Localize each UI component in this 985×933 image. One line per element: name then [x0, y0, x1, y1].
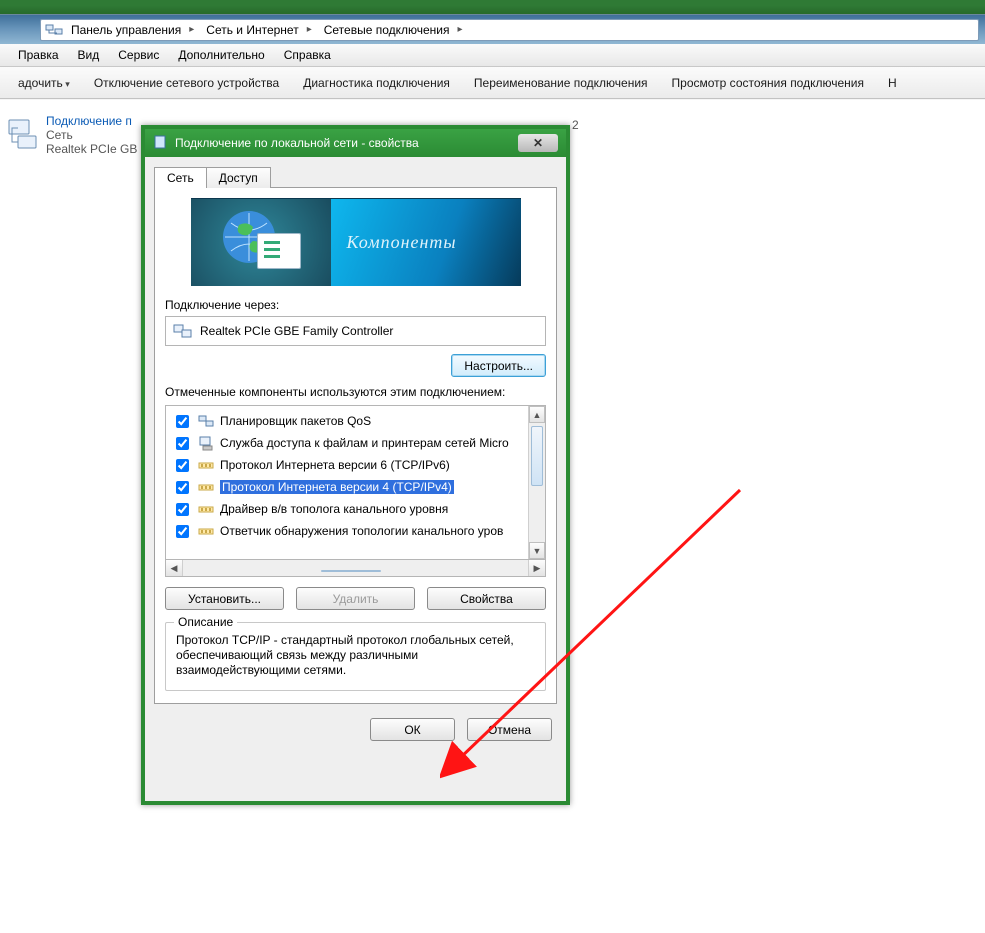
dialog-titlebar[interactable]: Подключение по локальной сети - свойства…	[145, 129, 566, 157]
toolbar-more[interactable]: Н	[876, 72, 909, 94]
menu-extra[interactable]: Дополнительно	[170, 46, 272, 64]
menu-bar: Правка Вид Сервис Дополнительно Справка	[0, 44, 985, 67]
tab-panel-network: Компоненты Подключение через: Realtek PC…	[154, 187, 557, 704]
toolbar-status[interactable]: Просмотр состояния подключения	[660, 72, 876, 94]
component-label: Драйвер в/в тополога канального уровня	[220, 502, 448, 516]
toolbar-diagnose[interactable]: Диагностика подключения	[291, 72, 462, 94]
tab-strip: Сеть Доступ	[154, 166, 557, 188]
banner-text: Компоненты	[347, 232, 457, 253]
properties-button[interactable]: Свойства	[427, 587, 546, 610]
breadcrumb-item[interactable]: Сеть и Интернет	[202, 20, 315, 40]
close-button[interactable]: ✕	[518, 134, 558, 152]
menu-help[interactable]: Справка	[276, 46, 339, 64]
connection-item[interactable]: Подключение п Сеть Realtek PCIe GB	[6, 114, 137, 156]
toolbar-organize[interactable]: адочить	[6, 72, 82, 94]
component-row[interactable]: Протокол Интернета версии 6 (TCP/IPv6)	[166, 454, 528, 476]
description-legend: Описание	[174, 615, 237, 629]
adapter-icon	[172, 321, 192, 342]
scroll-right-icon[interactable]: ▶	[528, 560, 545, 576]
dialog-title: Подключение по локальной сети - свойства	[175, 136, 419, 150]
component-label: Протокол Интернета версии 6 (TCP/IPv6)	[220, 458, 450, 472]
component-label: Ответчик обнаружения топологии канальног…	[220, 524, 503, 538]
component-checkbox[interactable]	[176, 503, 189, 516]
scroll-left-icon[interactable]: ◀	[166, 560, 183, 576]
adapter-name: Realtek PCIe GBE Family Controller	[200, 324, 393, 338]
hscroll-thumb[interactable]	[321, 570, 381, 572]
connection-adapter: Realtek PCIe GB	[46, 142, 137, 156]
component-row[interactable]: Ответчик обнаружения топологии канальног…	[166, 520, 528, 542]
menu-tools[interactable]: Сервис	[110, 46, 167, 64]
protocol-icon	[198, 523, 214, 539]
component-label: Протокол Интернета версии 4 (TCP/IPv4)	[220, 480, 454, 494]
breadcrumb-item[interactable]: Панель управления	[67, 20, 198, 40]
menu-view[interactable]: Вид	[70, 46, 108, 64]
component-label: Планировщик пакетов QoS	[220, 414, 371, 428]
description-group: Описание Протокол TCP/IP - стандартный п…	[165, 622, 546, 691]
scroll-down-icon[interactable]: ▼	[529, 542, 545, 559]
toolbar-rename[interactable]: Переименование подключения	[462, 72, 660, 94]
adapter-box: Realtek PCIe GBE Family Controller	[165, 316, 546, 346]
component-row[interactable]: Планировщик пакетов QoS	[166, 410, 528, 432]
connect-via-label: Подключение через:	[165, 298, 546, 312]
tab-network[interactable]: Сеть	[154, 167, 207, 188]
connection-title: Подключение п	[46, 114, 137, 128]
component-checkbox[interactable]	[176, 437, 189, 450]
component-checkbox[interactable]	[176, 481, 189, 494]
remove-button[interactable]: Удалить	[296, 587, 415, 610]
component-checkbox[interactable]	[176, 415, 189, 428]
dialog-icon	[153, 135, 167, 152]
component-checkbox[interactable]	[176, 525, 189, 538]
menu-edit[interactable]: Правка	[10, 46, 67, 64]
install-button[interactable]: Установить...	[165, 587, 284, 610]
cancel-button[interactable]: Отмена	[467, 718, 552, 741]
network-folder-icon	[45, 22, 63, 38]
component-row[interactable]: Протокол Интернета версии 4 (TCP/IPv4)	[166, 476, 528, 498]
connection-item-2-fragment: 2	[572, 118, 579, 132]
address-bar: Панель управления Сеть и Интернет Сетевы…	[0, 14, 985, 44]
tab-access[interactable]: Доступ	[206, 167, 271, 188]
components-label: Отмеченные компоненты используются этим …	[165, 385, 546, 399]
scroll-thumb[interactable]	[531, 426, 543, 486]
lan-connection-icon	[6, 114, 40, 154]
protocol-icon	[198, 501, 214, 517]
close-icon: ✕	[533, 136, 543, 150]
components-list[interactable]: Планировщик пакетов QoS Служба доступа к …	[165, 405, 546, 560]
toolbar-disable[interactable]: Отключение сетевого устройства	[82, 72, 291, 94]
breadcrumb[interactable]: Панель управления Сеть и Интернет Сетевы…	[40, 19, 979, 41]
component-row[interactable]: Драйвер в/в тополога канального уровня	[166, 498, 528, 520]
configure-button[interactable]: Настроить...	[451, 354, 546, 377]
vertical-scrollbar[interactable]: ▲ ▼	[528, 406, 545, 559]
description-text: Протокол TCP/IP - стандартный протокол г…	[176, 633, 535, 678]
scroll-up-icon[interactable]: ▲	[529, 406, 545, 423]
toolbar: адочить Отключение сетевого устройства Д…	[0, 67, 985, 99]
component-checkbox[interactable]	[176, 459, 189, 472]
protocol-icon	[198, 479, 214, 495]
properties-dialog: Подключение по локальной сети - свойства…	[141, 125, 570, 805]
breadcrumb-item[interactable]: Сетевые подключения	[320, 20, 467, 40]
connection-network: Сеть	[46, 128, 137, 142]
protocol-icon	[198, 435, 214, 451]
protocol-icon	[198, 457, 214, 473]
checklist-icon	[257, 233, 301, 269]
components-banner: Компоненты	[191, 198, 521, 286]
ok-button[interactable]: ОК	[370, 718, 455, 741]
component-row[interactable]: Служба доступа к файлам и принтерам сете…	[166, 432, 528, 454]
protocol-icon	[198, 413, 214, 429]
horizontal-scrollbar[interactable]: ◀ ▶	[165, 560, 546, 577]
component-label: Служба доступа к файлам и принтерам сете…	[220, 436, 509, 450]
